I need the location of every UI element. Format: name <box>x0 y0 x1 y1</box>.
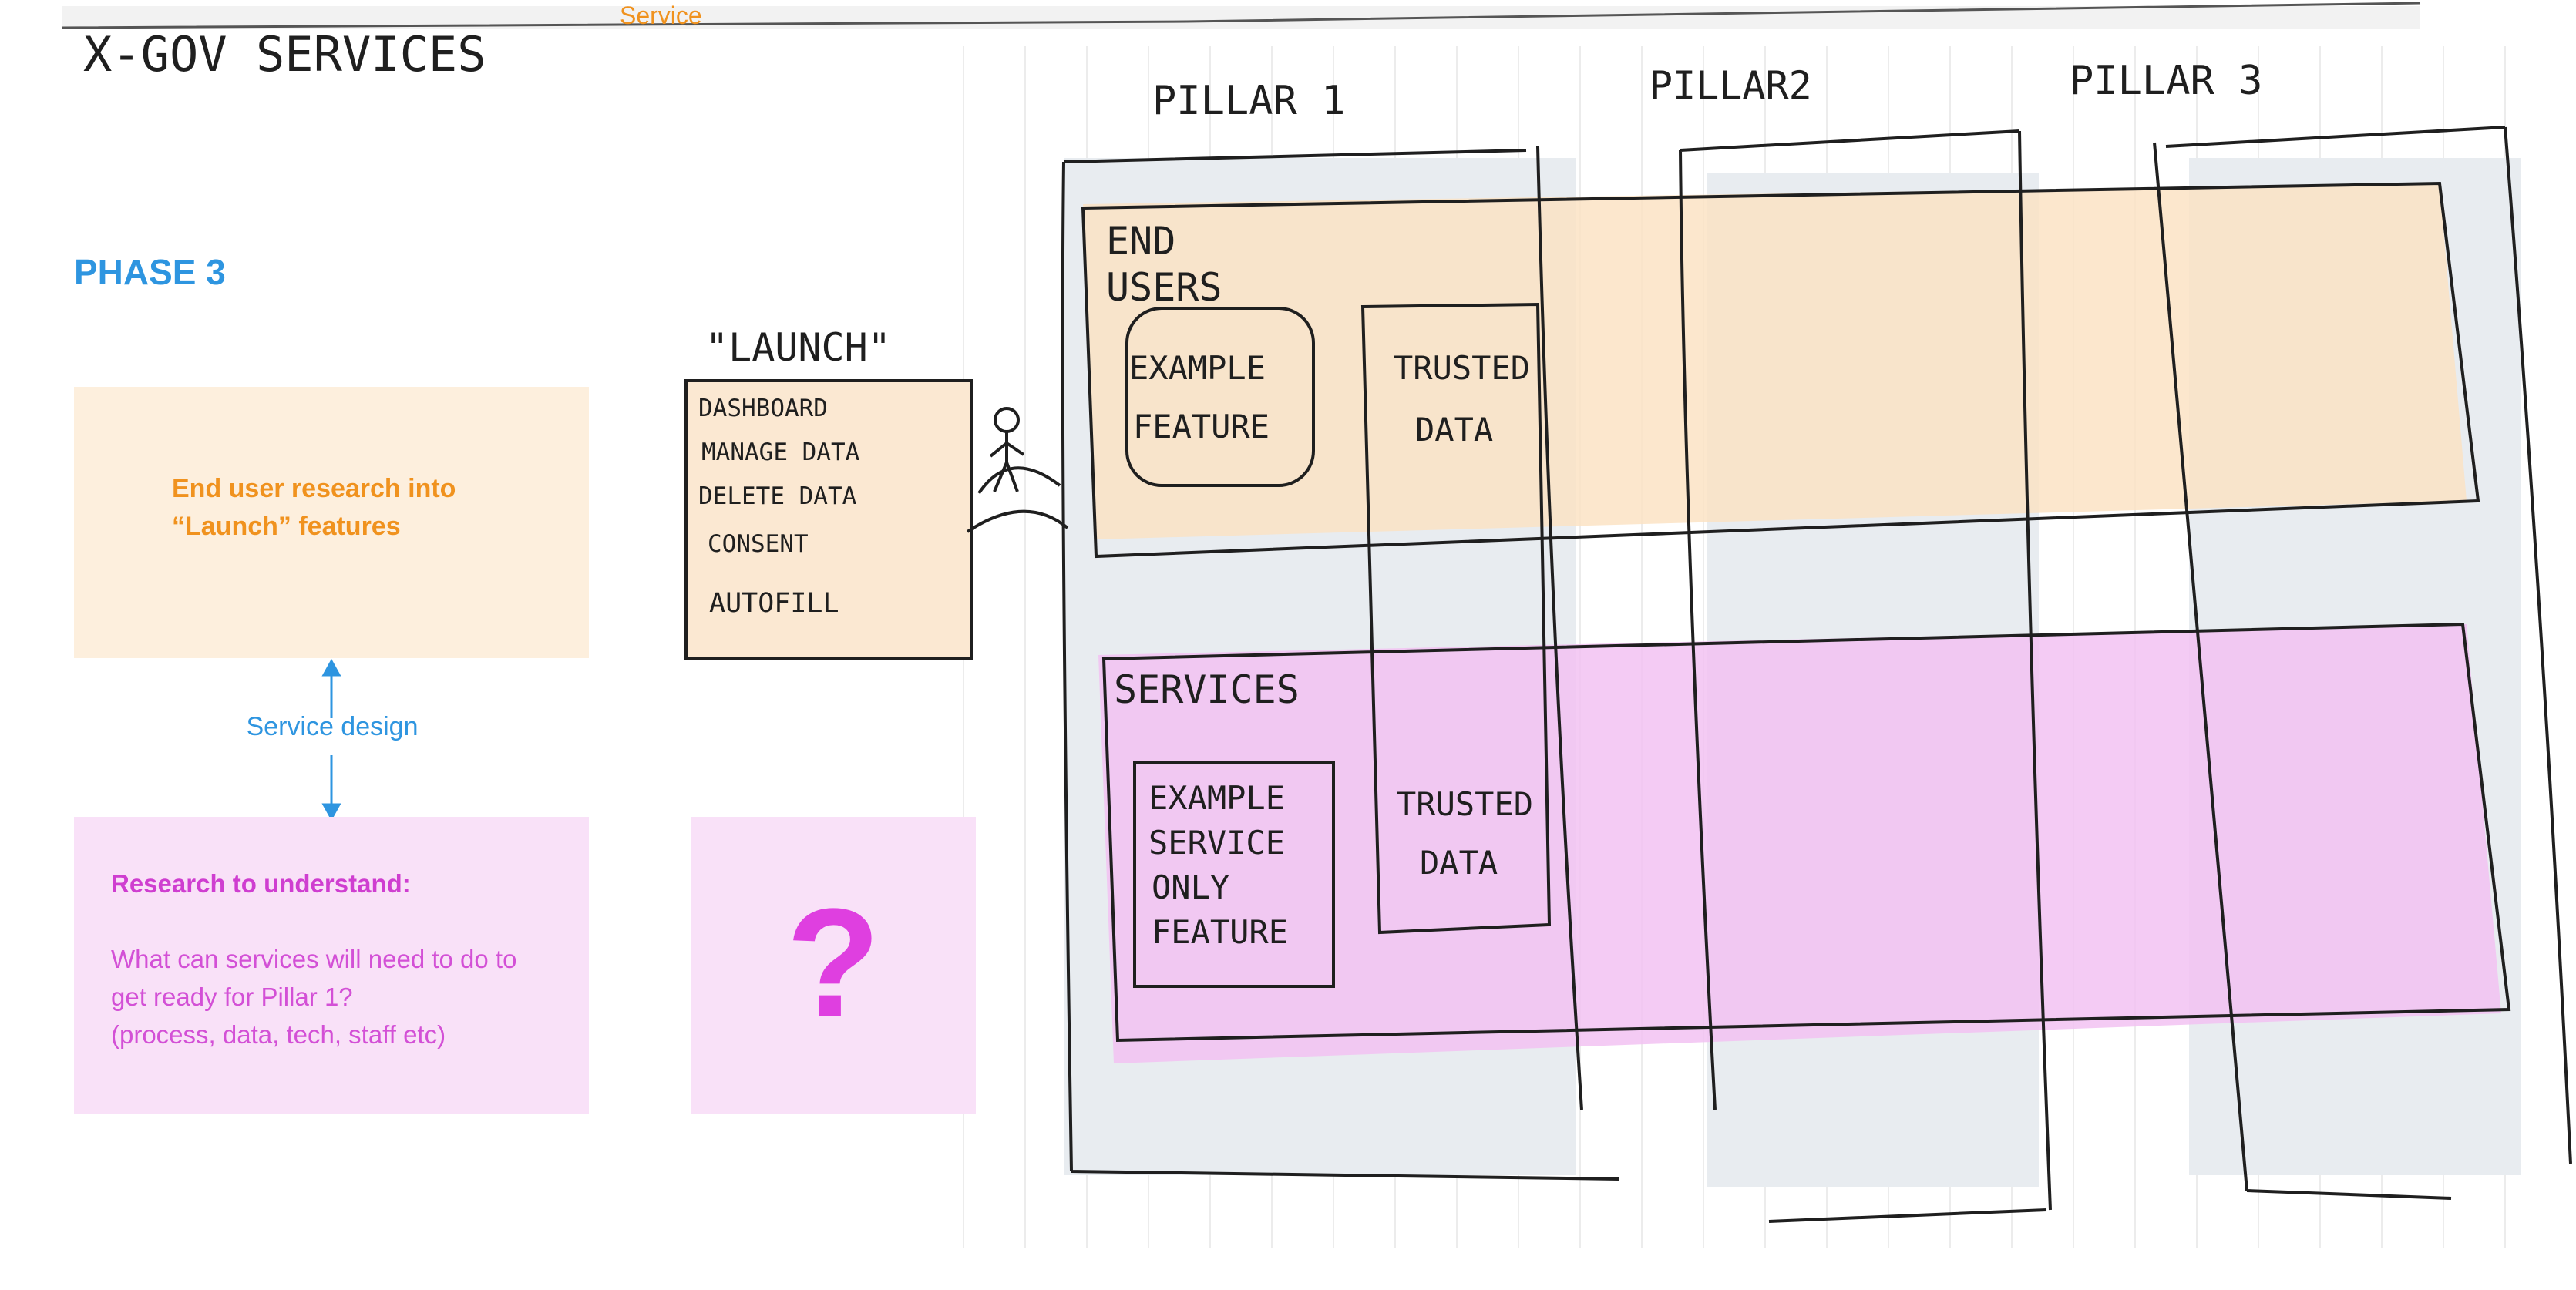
end-users-label-line-2: USERS <box>1106 265 1222 310</box>
launch-title: "LAUNCH" <box>705 325 891 370</box>
phase-title: PHASE 3 <box>74 252 226 292</box>
pillar-2-label: PILLAR2 <box>1650 63 1812 108</box>
end-users-band <box>1083 183 2467 539</box>
research-line-3: (process, data, tech, staff etc) <box>111 1020 446 1049</box>
end-user-research-card: End user research into “Launch” features <box>74 387 589 658</box>
example-service-line-2: SERVICE <box>1148 824 1285 862</box>
launch-item-dashboard: DASHBOARD <box>698 395 828 422</box>
example-service-line-1: EXAMPLE <box>1148 779 1285 817</box>
pillar-3-label: PILLAR 3 <box>2070 58 2262 104</box>
research-line-2: get ready for Pillar 1? <box>111 983 353 1011</box>
research-heading: Research to understand: <box>111 869 411 898</box>
example-feature-line-2: FEATURE <box>1133 408 1270 445</box>
canvas: X-GOV SERVICES PILLAR 1 PILLAR2 PILLAR 3… <box>0 0 2576 1286</box>
services-band <box>1098 624 2501 1063</box>
research-body: What can services will need to do to get… <box>111 940 573 1053</box>
pillar-1-label: PILLAR 1 <box>1152 78 1345 124</box>
question-mark: ? <box>785 877 881 1049</box>
end-user-research-text: End user research into “Launch” features <box>172 470 534 546</box>
end-users-trusted-line-1: TRUSTED <box>1394 349 1530 387</box>
research-line-1: What can services will need to do to <box>111 945 517 973</box>
services-trusted-line-2: DATA <box>1420 844 1498 882</box>
stick-figure-icon <box>966 407 1069 533</box>
example-service-line-3: ONLY <box>1152 868 1229 906</box>
launch-item-autofill: AUTOFILL <box>709 588 839 619</box>
question-card: ? <box>691 817 976 1114</box>
service-design-label: Service design <box>246 712 419 741</box>
launch-item-consent: CONSENT <box>708 530 809 558</box>
research-understand-card: Research to understand: What can service… <box>74 817 589 1114</box>
end-user-research-line-2: “Launch” features <box>172 512 401 541</box>
service-tab-label[interactable]: Service <box>620 2 702 30</box>
launch-item-manage-data: MANAGE DATA <box>701 438 860 466</box>
end-users-trusted-line-2: DATA <box>1415 411 1493 448</box>
end-users-label-line-1: END <box>1106 219 1175 264</box>
example-service-line-4: FEATURE <box>1152 913 1288 951</box>
services-label: SERVICES <box>1114 667 1300 712</box>
example-feature-line-1: EXAMPLE <box>1129 349 1266 387</box>
sketch-title: X-GOV SERVICES <box>83 26 486 82</box>
end-user-research-line-1: End user research into <box>172 474 456 503</box>
services-trusted-line-1: TRUSTED <box>1397 785 1533 823</box>
launch-item-delete-data: DELETE DATA <box>698 482 857 510</box>
